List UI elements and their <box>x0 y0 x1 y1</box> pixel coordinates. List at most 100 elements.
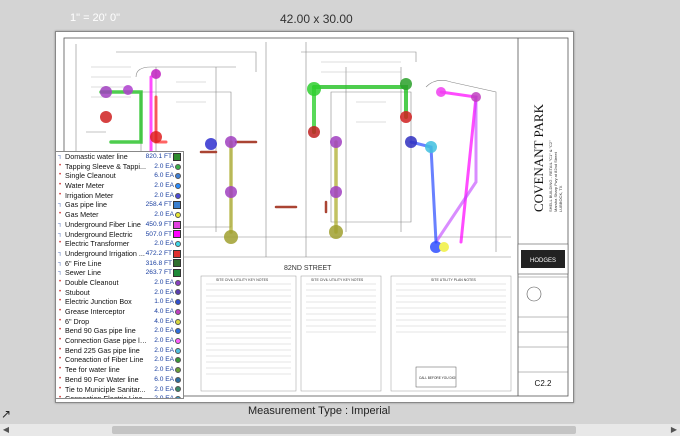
legend-item-label: Single Cleanout <box>65 171 116 181</box>
count-marker-icon: • <box>58 385 62 392</box>
count-marker-icon: • <box>58 356 62 363</box>
legend-item-label: Connection Electric Line <box>65 394 143 399</box>
legend-color-swatch <box>175 289 181 296</box>
legend-color-swatch <box>173 269 181 278</box>
count-marker-icon: • <box>58 278 62 285</box>
count-marker-icon: • <box>58 182 62 189</box>
legend-color-swatch <box>175 211 181 218</box>
count-marker-icon: • <box>58 211 62 218</box>
legend-item[interactable]: • Single Cleanout 6.0 EA <box>56 171 183 181</box>
linear-measure-icon: ┐ <box>57 153 63 159</box>
legend-color-swatch <box>175 376 181 383</box>
measurement-legend[interactable]: ┐ Domastic water line 820.1 FT • Tapping Sle… <box>55 151 184 399</box>
legend-item-quantity: 6.0 EA <box>154 172 174 180</box>
count-marker-icon: • <box>58 240 62 247</box>
legend-item[interactable]: • Bend 225 Gas pipe line 2.0 EA <box>56 346 183 356</box>
call-before-dig: CALL BEFORE YOU DIG! <box>419 376 456 380</box>
legend-item-label: Underground Irrigation ... <box>65 248 145 258</box>
legend-item[interactable]: • Stubout 2.0 EA <box>56 288 183 298</box>
legend-item-label: Grease Interceptor <box>65 307 125 316</box>
legend-item-quantity: 2.0 EA <box>154 327 174 335</box>
count-marker-icon: • <box>58 366 62 373</box>
scroll-thumb[interactable] <box>112 426 576 434</box>
legend-item[interactable]: ┐ Sewer Line 263.7 FT <box>56 268 183 278</box>
legend-item-quantity: 2.0 EA <box>154 366 174 374</box>
count-marker-icon: • <box>58 346 62 353</box>
legend-color-swatch <box>175 299 181 306</box>
legend-item-label: Gas pipe line <box>65 200 107 210</box>
legend-item-quantity: 472.2 FT <box>145 249 172 257</box>
legend-item[interactable]: • Bend 90 Gas pipe line 2.0 EA <box>56 326 183 336</box>
linear-measure-icon: ┐ <box>57 201 63 208</box>
legend-item-quantity: 316.8 FT <box>145 259 172 267</box>
legend-item-label: 6" Fire Line <box>65 258 102 268</box>
legend-item[interactable]: • Grease Interceptor 4.0 EA <box>56 307 183 317</box>
legend-item-quantity: 2.0 EA <box>154 240 174 248</box>
legend-item-quantity: 2.0 EA <box>154 337 174 345</box>
legend-item-label: Electric Junction Box <box>65 297 132 307</box>
legend-item[interactable]: • Connection Gase pipe line 2.0 EA <box>56 336 183 346</box>
legend-color-swatch <box>175 386 181 393</box>
measurement-type: Measurement Type : Imperial <box>248 405 391 417</box>
legend-item[interactable]: ┐ 6" Fire Line 316.8 FT <box>56 259 183 269</box>
legend-item[interactable]: • Bend 90 For Water line 6.0 EA <box>56 375 183 385</box>
expand-arrow-icon[interactable]: ↗ <box>1 408 12 420</box>
count-marker-icon: • <box>58 308 62 314</box>
legend-item[interactable]: • Electric Transformer 2.0 EA <box>56 239 183 249</box>
legend-item[interactable]: ┐ Domastic water line 820.1 FT <box>56 152 183 162</box>
count-marker-icon: • <box>58 298 62 305</box>
linear-measure-icon: ┐ <box>57 269 63 276</box>
legend-item-quantity: 4.0 EA <box>154 317 174 325</box>
legend-item-label: Tapping Sleeve & Tappi... <box>65 161 146 171</box>
count-marker-icon: • <box>58 172 62 179</box>
legend-item[interactable]: ┐ Gas pipe line 258.4 FT <box>56 200 183 210</box>
legend-item[interactable]: • Electric Junction Box 1.0 EA <box>56 297 183 307</box>
legend-item[interactable]: • Irrigation Meter 2.0 EA <box>56 191 183 201</box>
legend-item-label: Tee for water line <box>65 365 120 375</box>
legend-color-swatch <box>175 337 181 344</box>
legend-item-label: Underground Electric <box>65 229 133 239</box>
legend-item-label: Tie to Municiple Sanitar... <box>65 384 146 394</box>
legend-item[interactable]: • 6" Drop 4.0 EA <box>56 317 183 327</box>
linear-measure-icon: ┐ <box>57 249 63 256</box>
legend-color-swatch <box>173 230 181 239</box>
legend-item[interactable]: • Coneaction of Fiber Line 2.0 EA <box>56 355 183 365</box>
legend-item[interactable]: ┐ Underground Fiber Line 450.9 FT <box>56 220 183 230</box>
notes-title-2: SITE CIVIL UTILITY KEY NOTES <box>311 278 364 282</box>
legend-item[interactable]: • Water Meter 2.0 EA <box>56 181 183 191</box>
legend-color-swatch <box>175 396 181 398</box>
legend-item[interactable]: • Double Cleanout 2.0 EA <box>56 278 183 288</box>
legend-item-quantity: 6.0 EA <box>154 375 174 383</box>
legend-item-label: Sewer Line <box>65 268 101 278</box>
scroll-right-icon[interactable]: ▶ <box>668 424 680 436</box>
count-marker-icon: • <box>58 337 62 344</box>
legend-color-swatch <box>175 279 181 286</box>
legend-item[interactable]: • Connection Electric Line 2.0 EA <box>56 394 183 399</box>
legend-color-swatch <box>175 241 181 248</box>
legend-item[interactable]: • Tie to Municiple Sanitar... 2.0 EA <box>56 385 183 395</box>
legend-item-label: Bend 225 Gas pipe line <box>65 345 140 355</box>
legend-item-quantity: 2.0 EA <box>154 278 174 286</box>
notes-title-3: SITE UTILITY PLAN NOTES <box>431 278 477 282</box>
legend-color-swatch <box>173 220 181 229</box>
legend-item-quantity: 2.0 EA <box>154 182 174 190</box>
legend-item-quantity: 450.9 FT <box>145 220 172 228</box>
legend-item-quantity: 2.0 EA <box>154 356 174 364</box>
horizontal-scrollbar[interactable]: ◀ ▶ <box>0 424 680 436</box>
legend-item-label: Domastic water line <box>65 152 128 161</box>
legend-item-quantity: 820.1 FT <box>145 153 172 160</box>
legend-color-swatch <box>175 366 181 373</box>
scroll-left-icon[interactable]: ◀ <box>0 424 12 436</box>
legend-item-quantity: 507.0 FT <box>145 230 172 238</box>
legend-item[interactable]: • Tee for water line 2.0 EA <box>56 365 183 375</box>
firm-logo: HODGES <box>530 258 556 264</box>
count-marker-icon: • <box>58 375 62 382</box>
legend-item[interactable]: ┐ Underground Irrigation ... 472.2 FT <box>56 249 183 259</box>
legend-item[interactable]: • Tapping Sleeve & Tappi... 2.0 EA <box>56 162 183 172</box>
legend-item[interactable]: • Gas Meter 2.0 EA <box>56 210 183 220</box>
legend-item[interactable]: ┐ Underground Electric 507.0 FT <box>56 230 183 240</box>
notes-title-1: SITE CIVIL UTILITY KEY NOTES <box>216 278 269 282</box>
legend-color-swatch <box>175 318 181 325</box>
legend-color-swatch <box>175 308 181 315</box>
legend-item-label: Bend 90 For Water line <box>65 374 139 384</box>
